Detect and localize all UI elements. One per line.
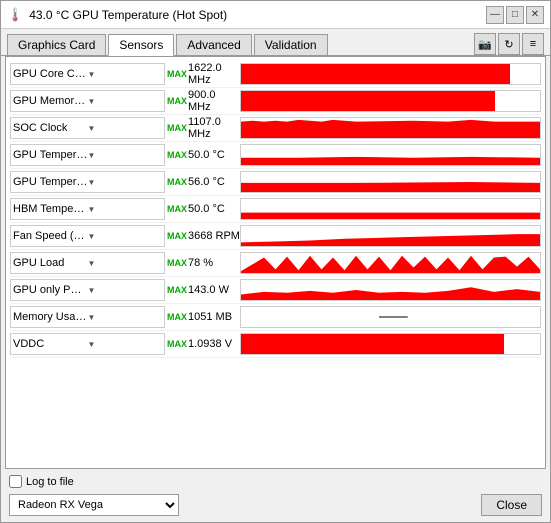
sensor-row-fan-speed: Fan Speed (RPM) ▼ MAX 3668 RPM	[10, 223, 541, 250]
refresh-icon-button[interactable]: ↻	[498, 33, 520, 55]
sensor-row-hbm-temp: HBM Temperature ▼ MAX 50.0 °C	[10, 196, 541, 223]
sensor-row-power-draw: GPU only Power Draw ▼ MAX 143.0 W	[10, 277, 541, 304]
sensor-name-gpu-temp[interactable]: GPU Temperature ▼	[10, 144, 165, 166]
dropdown-arrow-icon: ▼	[88, 205, 163, 214]
footer: Log to file Radeon RX Vega Close	[1, 469, 550, 522]
window-icon: 🌡️	[7, 7, 23, 23]
sensor-value-gpu-memory-clock: MAX 900.0 MHz	[165, 89, 240, 113]
title-bar-left: 🌡️ 43.0 °C GPU Temperature (Hot Spot)	[7, 7, 227, 23]
dropdown-arrow-icon: ▼	[88, 286, 163, 295]
sensor-graph-gpu-core-clock	[240, 63, 541, 85]
close-window-button[interactable]: ✕	[526, 6, 544, 24]
sensor-name-fan-speed[interactable]: Fan Speed (RPM) ▼	[10, 225, 165, 247]
sensor-value-gpu-core-clock: MAX 1622.0 MHz	[165, 62, 240, 86]
sensor-row-vddc: VDDC ▼ MAX 1.0938 V	[10, 331, 541, 358]
main-window: 🌡️ 43.0 °C GPU Temperature (Hot Spot) — …	[0, 0, 551, 523]
sensor-name-hbm-temp[interactable]: HBM Temperature ▼	[10, 198, 165, 220]
minimize-button[interactable]: —	[486, 6, 504, 24]
dropdown-arrow-icon: ▼	[88, 178, 163, 187]
sensor-graph-fan-speed	[240, 225, 541, 247]
sensor-value-soc-clock: MAX 1107.0 MHz	[165, 116, 240, 140]
dropdown-arrow-icon: ▼	[88, 151, 163, 160]
footer-top: Log to file	[9, 475, 542, 488]
tab-bar: Graphics Card Sensors Advanced Validatio…	[1, 29, 550, 56]
gpu-select[interactable]: Radeon RX Vega	[9, 494, 179, 516]
tab-graphics-card[interactable]: Graphics Card	[7, 34, 106, 55]
title-bar: 🌡️ 43.0 °C GPU Temperature (Hot Spot) — …	[1, 1, 550, 29]
dropdown-arrow-icon: ▼	[88, 313, 163, 322]
camera-icon-button[interactable]: 📷	[474, 33, 496, 55]
sensor-name-gpu-load[interactable]: GPU Load ▼	[10, 252, 165, 274]
sensor-row-soc-clock: SOC Clock ▼ MAX 1107.0 MHz	[10, 115, 541, 142]
maximize-button[interactable]: □	[506, 6, 524, 24]
log-to-file-checkbox[interactable]	[9, 475, 22, 488]
log-to-file-label[interactable]: Log to file	[9, 475, 74, 488]
tab-validation[interactable]: Validation	[254, 34, 328, 55]
sensor-value-power-draw: MAX 143.0 W	[165, 284, 240, 296]
sensor-value-memory-usage: MAX 1051 MB	[165, 311, 240, 323]
tab-advanced[interactable]: Advanced	[176, 34, 251, 55]
dropdown-arrow-icon: ▼	[88, 124, 163, 133]
sensor-graph-gpu-load	[240, 252, 541, 274]
dropdown-arrow-icon: ▼	[88, 340, 163, 349]
sensor-name-gpu-memory-clock[interactable]: GPU Memory Clock ▼	[10, 90, 165, 112]
sensor-row-gpu-memory-clock: GPU Memory Clock ▼ MAX 900.0 MHz	[10, 88, 541, 115]
dropdown-arrow-icon: ▼	[88, 70, 163, 79]
close-button[interactable]: Close	[481, 494, 542, 516]
sensor-graph-gpu-memory-clock	[240, 90, 541, 112]
dropdown-arrow-icon: ▼	[88, 232, 163, 241]
toolbar-icons: 📷 ↻ ≡	[474, 33, 544, 55]
sensor-graph-power-draw	[240, 279, 541, 301]
sensor-row-memory-usage: Memory Usage (Dedicated) ▼ MAX 1051 MB	[10, 304, 541, 331]
sensor-graph-gpu-temp	[240, 144, 541, 166]
sensor-graph-vddc	[240, 333, 541, 355]
sensor-name-soc-clock[interactable]: SOC Clock ▼	[10, 117, 165, 139]
window-title: 43.0 °C GPU Temperature (Hot Spot)	[29, 8, 227, 22]
sensor-row-gpu-load: GPU Load ▼ MAX 78 %	[10, 250, 541, 277]
sensor-value-fan-speed: MAX 3668 RPM	[165, 230, 240, 242]
sensor-value-hbm-temp: MAX 50.0 °C	[165, 203, 240, 215]
title-controls: — □ ✕	[486, 6, 544, 24]
dropdown-arrow-icon: ▼	[88, 259, 163, 268]
sensors-content: GPU Core Clock ▼ MAX 1622.0 MHz GPU Memo…	[5, 56, 546, 469]
sensor-value-vddc: MAX 1.0938 V	[165, 338, 240, 350]
sensor-graph-memory-usage	[240, 306, 541, 328]
sensor-graph-hbm-temp	[240, 198, 541, 220]
sensor-name-vddc[interactable]: VDDC ▼	[10, 333, 165, 355]
footer-bottom: Radeon RX Vega Close	[9, 494, 542, 516]
sensor-graph-gpu-temp-hot	[240, 171, 541, 193]
sensor-value-gpu-temp-hot: MAX 56.0 °C	[165, 176, 240, 188]
sensor-name-gpu-core-clock[interactable]: GPU Core Clock ▼	[10, 63, 165, 85]
sensor-name-power-draw[interactable]: GPU only Power Draw ▼	[10, 279, 165, 301]
sensor-value-gpu-load: MAX 78 %	[165, 257, 240, 269]
sensor-value-gpu-temp: MAX 50.0 °C	[165, 149, 240, 161]
sensor-name-gpu-temp-hot[interactable]: GPU Temperature (Hot Spot) ▼	[10, 171, 165, 193]
dropdown-arrow-icon: ▼	[88, 97, 163, 106]
sensor-row-gpu-core-clock: GPU Core Clock ▼ MAX 1622.0 MHz	[10, 61, 541, 88]
tab-sensors[interactable]: Sensors	[108, 34, 174, 56]
sensor-name-memory-usage[interactable]: Memory Usage (Dedicated) ▼	[10, 306, 165, 328]
menu-icon-button[interactable]: ≡	[522, 33, 544, 55]
sensor-row-gpu-temp: GPU Temperature ▼ MAX 50.0 °C	[10, 142, 541, 169]
sensor-row-gpu-temp-hot: GPU Temperature (Hot Spot) ▼ MAX 56.0 °C	[10, 169, 541, 196]
sensor-graph-soc-clock	[240, 117, 541, 139]
